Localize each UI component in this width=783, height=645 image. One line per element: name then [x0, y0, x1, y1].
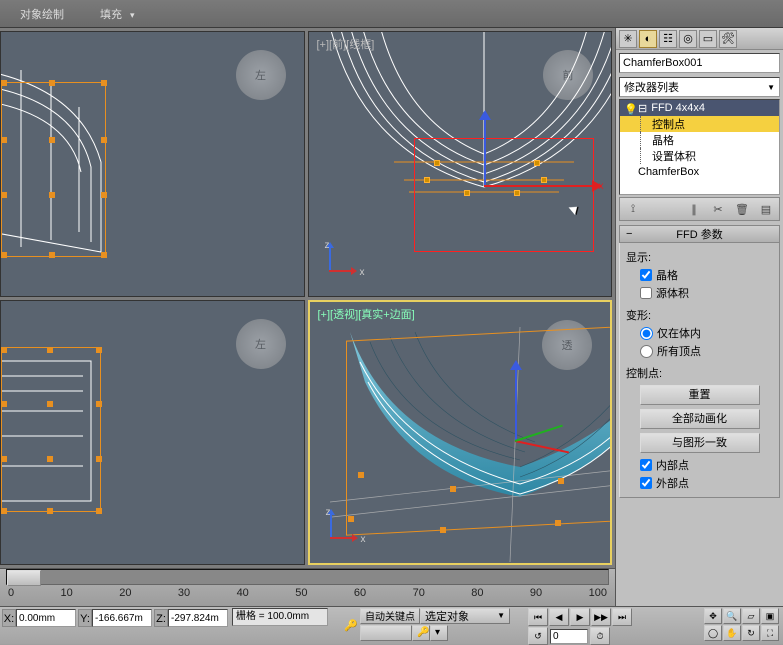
pin-stack-icon[interactable]: ⟟ — [624, 200, 642, 218]
viewport-nav-controls: ✥ 🔍 ▱ ▣ ◯ ✋ ↻ ⛶ — [704, 608, 779, 641]
make-unique-icon[interactable]: ✂ — [709, 200, 727, 218]
zoom-extents-icon[interactable]: ▣ — [761, 608, 779, 624]
radio-only-in-volume[interactable]: 仅在体内 — [640, 325, 773, 341]
object-name-field[interactable] — [619, 53, 780, 73]
auto-key-button[interactable]: 自动关键点 — [360, 608, 420, 624]
checkbox-lattice[interactable]: 晶格 — [640, 267, 773, 283]
pan-icon[interactable]: ✥ — [704, 608, 722, 624]
key-filters-icon[interactable]: ▾ — [430, 625, 448, 641]
control-points-group-label: 控制点: — [626, 365, 773, 381]
fov-icon[interactable]: ▱ — [742, 608, 760, 624]
viewcube-icon[interactable]: 左 — [236, 50, 286, 100]
command-panel-tabs: ✳ ◐ ☷ ◎ ▭ 🛠 — [616, 28, 783, 50]
viewcube-icon[interactable]: 左 — [236, 319, 286, 369]
conform-to-shape-button[interactable]: 与图形一致 — [640, 433, 760, 453]
show-end-result-icon[interactable]: ∥ — [685, 200, 703, 218]
modifier-list-dropdown[interactable]: 修改器列表▼ — [619, 77, 780, 97]
maximize-viewport-icon[interactable]: ⛶ — [761, 625, 779, 641]
animate-all-button[interactable]: 全部动画化 — [640, 409, 760, 429]
orbit-icon[interactable]: ◯ — [704, 625, 722, 641]
play-icon[interactable]: ▶ — [570, 608, 590, 626]
viewport-label[interactable]: [+][透视][真实+边面] — [318, 306, 415, 322]
selection-lock-icon[interactable]: 🔑 — [340, 608, 362, 642]
lightbulb-icon[interactable]: 💡 — [624, 103, 634, 113]
timeline[interactable]: 01020 304050 607080 90100 — [0, 568, 615, 606]
current-frame-input[interactable] — [550, 629, 588, 644]
time-config-icon[interactable]: ⏱ — [590, 627, 610, 645]
menu-object-paint[interactable]: 对象绘制 — [20, 6, 64, 22]
coord-x-input[interactable] — [16, 609, 76, 627]
motion-tab-icon[interactable]: ◎ — [679, 30, 697, 48]
status-bar: X: Y: Z: 栅格 = 100.0mm 🔑 自动关键点 选定对象▼ 🔑 ▾ … — [0, 606, 783, 644]
display-tab-icon[interactable]: ▭ — [699, 30, 717, 48]
key-mode-icon[interactable]: 🔑 — [412, 625, 430, 641]
goto-end-icon[interactable]: ⏭ — [612, 608, 632, 626]
roll-icon[interactable]: ↻ — [742, 625, 760, 641]
coord-z: Z: — [154, 608, 228, 628]
key-mode-toggle-icon[interactable]: ↺ — [528, 627, 548, 645]
set-key-button[interactable] — [360, 625, 412, 641]
remove-modifier-icon[interactable]: 🗑 — [733, 200, 751, 218]
object-name-input[interactable] — [619, 53, 780, 73]
playback-controls: ⏮ ◀ ▶ ▶▶ ⏭ — [528, 608, 632, 626]
coord-y: Y: — [78, 608, 152, 628]
checkbox-source-volume[interactable]: 源体积 — [640, 285, 773, 301]
deform-group-label: 变形: — [626, 307, 773, 323]
modifier-stack-toolbar: ⟟ ∥ ✂ 🗑 ▤ — [619, 197, 780, 221]
modifier-sub-set-volume[interactable]: 设置体积 — [620, 148, 779, 164]
prev-frame-icon[interactable]: ◀ — [549, 608, 569, 626]
modify-tab-icon[interactable]: ◐ — [639, 30, 657, 48]
top-menu-bar: 对象绘制 填充▾ — [0, 0, 783, 28]
hierarchy-tab-icon[interactable]: ☷ — [659, 30, 677, 48]
key-filters-dropdown[interactable]: 选定对象▼ — [420, 608, 510, 624]
time-ruler: 01020 304050 607080 90100 — [6, 587, 609, 605]
checkbox-inside-points[interactable]: 内部点 — [640, 457, 773, 473]
viewport-bottom-left[interactable]: 左 — [0, 300, 305, 566]
modifier-sub-lattice[interactable]: 晶格 — [620, 132, 779, 148]
rollout-header-ffd-params[interactable]: −FFD 参数 — [619, 225, 780, 243]
radio-all-vertices[interactable]: 所有顶点 — [640, 343, 773, 359]
rollout-ffd-params: 显示: 晶格 源体积 变形: 仅在体内 所有顶点 控制点: 重置 全部动画化 与… — [619, 243, 780, 498]
coord-x: X: — [2, 608, 76, 628]
viewport-label[interactable]: [+][前][线框] — [317, 36, 375, 52]
modifier-ffd[interactable]: 💡 ⊟ FFD 4x4x4 — [620, 100, 779, 116]
coord-z-input[interactable] — [168, 609, 228, 627]
command-panel: ✳ ◐ ☷ ◎ ▭ 🛠 修改器列表▼ 💡 ⊟ FFD 4x4x4 控制点 晶格 … — [615, 28, 783, 644]
zoom-icon[interactable]: 🔍 — [723, 608, 741, 624]
checkbox-outside-points[interactable]: 外部点 — [640, 475, 773, 491]
viewport-perspective-active[interactable]: [+][透视][真实+边面] 透 z x — [308, 300, 613, 566]
goto-start-icon[interactable]: ⏮ — [528, 608, 548, 626]
viewport-top-left[interactable]: 左 — [0, 31, 305, 297]
next-frame-icon[interactable]: ▶▶ — [591, 608, 611, 626]
time-slider-knob[interactable] — [7, 570, 41, 586]
axis-gizmo-icon: z x — [321, 244, 361, 284]
configure-sets-icon[interactable]: ▤ — [757, 200, 775, 218]
coord-y-input[interactable] — [92, 609, 152, 627]
walk-icon[interactable]: ✋ — [723, 625, 741, 641]
modifier-sub-control-points[interactable]: 控制点 — [620, 116, 779, 132]
modifier-stack[interactable]: 💡 ⊟ FFD 4x4x4 控制点 晶格 设置体积 ChamferBox — [619, 99, 780, 195]
menu-fill[interactable]: 填充▾ — [100, 6, 135, 22]
reset-button[interactable]: 重置 — [640, 385, 760, 405]
grid-display: 栅格 = 100.0mm — [232, 608, 328, 626]
create-tab-icon[interactable]: ✳ — [619, 30, 637, 48]
axis-gizmo-icon: z x — [322, 511, 362, 551]
viewport-top-right-front[interactable]: [+][前][线框] 前 x z — [308, 31, 613, 297]
time-slider-track[interactable] — [6, 569, 609, 585]
utilities-tab-icon[interactable]: 🛠 — [719, 30, 737, 48]
display-group-label: 显示: — [626, 249, 773, 265]
modifier-base-object[interactable]: ChamferBox — [620, 164, 779, 180]
viewport-grid: 左 [+][前][线框] 前 — [0, 28, 615, 568]
